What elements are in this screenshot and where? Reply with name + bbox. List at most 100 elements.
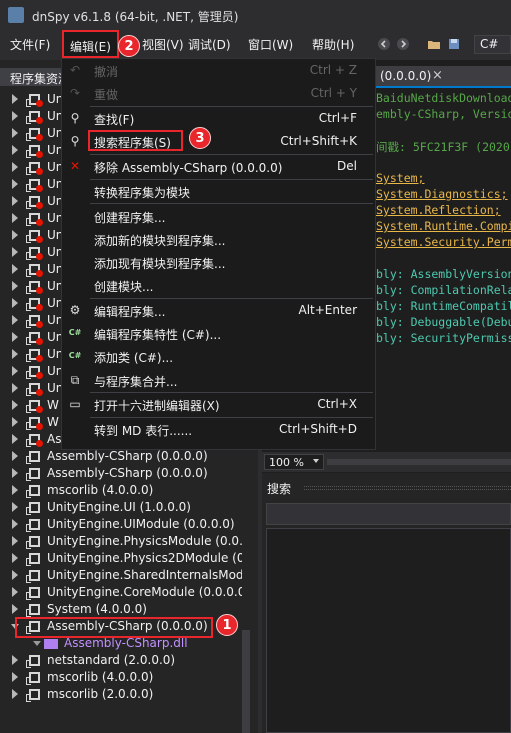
menu-item[interactable]: 转换程序集为模块 [62,180,375,202]
tree-item[interactable]: System (4.0.0.0) [0,601,242,618]
expand-arrow-icon[interactable] [12,349,18,359]
menu-item[interactable]: ⚲ 查找(F) Ctrl+F [62,107,375,129]
expand-arrow-icon[interactable] [12,587,18,597]
tree-item[interactable]: UnityEngine.SharedInternalsModu [0,567,242,584]
menu-item[interactable]: ⚲ 搜索程序集(S) Ctrl+Shift+K [62,130,375,152]
error-icon [36,117,43,124]
save-icon[interactable] [447,37,461,51]
menu-item[interactable]: 添加新的模块到程序集... [62,228,375,250]
menu-item[interactable]: ⚙ 编辑程序集... Alt+Enter [62,299,375,321]
tree-item[interactable]: netstandard (2.0.0.0) [0,652,242,669]
menu-item[interactable]: C# 编辑程序集特性 (C#)... [62,322,375,344]
assembly-icon [26,519,40,532]
expand-arrow-icon[interactable] [12,672,18,682]
tree-item[interactable]: Assembly-CSharp (0.0.0.0) [0,448,242,465]
redo-icon: ↷ [69,86,81,101]
expand-arrow-icon[interactable] [12,315,18,325]
scrollbar-thumb[interactable] [242,630,250,733]
tree-item[interactable]: UnityEngine.PhysicsModule (0.0.0.0 [0,533,242,550]
expand-arrow-icon[interactable] [12,298,18,308]
menu-item[interactable]: 创建程序集... [62,205,375,227]
menu-item-label: 转到 MD 表行...... [94,424,193,439]
expand-arrow-icon[interactable] [12,689,18,699]
document-tab-label: (0.0.0.0) [380,69,432,83]
tree-item[interactable]: mscorlib (4.0.0.0) [0,669,242,686]
expand-arrow-icon[interactable] [12,111,18,121]
expand-arrow-icon[interactable] [12,519,18,529]
error-icon [36,100,43,107]
app-icon [8,7,24,23]
language-select[interactable]: C# [474,35,511,54]
menu-item[interactable]: ↷ 重做 Ctrl + Y [62,82,375,104]
expand-arrow-icon[interactable] [12,400,18,410]
expand-arrow-icon[interactable] [12,604,18,614]
menu-item[interactable]: ↶ 撤消 Ctrl + Z [62,59,375,81]
expand-arrow-icon[interactable] [12,553,18,563]
csharp-icon: C# [68,351,82,361]
expand-arrow-icon[interactable] [12,247,18,257]
tree-item-label: As [47,432,62,446]
expand-arrow-icon[interactable] [12,570,18,580]
code-line: bly: CompilationRela [376,283,511,297]
menu-item[interactable]: 创建模块... [62,274,375,296]
expand-arrow-icon[interactable] [12,264,18,274]
tree-item[interactable]: UnityEngine.CoreModule (0.0.0.0) [0,584,242,601]
chevron-down-icon[interactable] [33,641,41,646]
menu-item[interactable]: ✕ 移除 Assembly-CSharp (0.0.0.0) Del [62,155,375,177]
tree-item[interactable]: mscorlib (4.0.0.0) [0,482,242,499]
menu-item[interactable]: 转到 MD 表行...... Ctrl+Shift+D [62,418,375,440]
menu-view[interactable]: 视图(V) [142,36,184,53]
back-icon[interactable] [377,37,391,51]
expand-arrow-icon[interactable] [12,145,18,155]
tree-item[interactable]: Assembly-CSharp (0.0.0.0) [0,465,242,482]
panel-grip [304,486,511,490]
forward-icon[interactable] [396,37,410,51]
expand-arrow-icon[interactable] [12,468,18,478]
open-folder-icon[interactable] [427,37,441,51]
expand-arrow-icon[interactable] [12,162,18,172]
horizontal-scrollbar[interactable] [327,459,511,465]
expand-arrow-icon[interactable] [12,417,18,427]
expand-arrow-icon[interactable] [12,213,18,223]
tree-item-label: System (4.0.0.0) [47,602,147,616]
expand-arrow-icon[interactable] [12,485,18,495]
tree-item[interactable]: UnityEngine.Physics2DModule (0.0 [0,550,242,567]
menu-edit[interactable]: 编辑(E) [62,30,119,58]
chevron-down-icon[interactable] [313,459,319,463]
expand-arrow-icon[interactable] [12,451,18,461]
csharp-icon: C# [68,328,82,338]
expand-arrow-icon[interactable] [12,366,18,376]
expand-arrow-icon[interactable] [12,383,18,393]
expand-arrow-icon[interactable] [12,434,18,444]
search-input[interactable] [266,503,511,525]
menu-item[interactable]: 添加现有模块到程序集... [62,251,375,273]
assembly-icon [26,553,40,566]
expand-arrow-icon[interactable] [12,94,18,104]
assembly-icon [26,536,40,549]
undo-icon: ↶ [69,63,81,77]
expand-arrow-icon[interactable] [12,128,18,138]
document-tab[interactable]: (0.0.0.0) × [374,66,511,86]
expand-arrow-icon[interactable] [12,179,18,189]
expand-arrow-icon[interactable] [12,196,18,206]
code-line: embly-CSharp, Versio [376,107,511,121]
search-results[interactable] [266,528,511,733]
expand-arrow-icon[interactable] [12,536,18,546]
expand-arrow-icon[interactable] [12,502,18,512]
menu-item[interactable]: ▭ 打开十六进制编辑器(X) Ctrl+X [62,393,375,415]
expand-arrow-icon[interactable] [12,281,18,291]
menu-debug[interactable]: 调试(D) [188,36,231,53]
menu-file[interactable]: 文件(F) [10,36,50,53]
expand-arrow-icon[interactable] [12,230,18,240]
tree-item[interactable]: UnityEngine.UIModule (0.0.0.0) [0,516,242,533]
expand-arrow-icon[interactable] [12,655,18,665]
menu-item[interactable]: ⧉ 与程序集合并... [62,369,375,391]
close-icon[interactable]: × [432,68,443,83]
menu-help[interactable]: 帮助(H) [312,36,354,53]
tree-item[interactable]: mscorlib (2.0.0.0) [0,686,242,703]
menu-item[interactable]: C# 添加类 (C#)... [62,345,375,367]
step-badge-1: 1 [216,614,238,636]
tree-item[interactable]: UnityEngine.UI (1.0.0.0) [0,499,242,516]
expand-arrow-icon[interactable] [12,332,18,342]
menu-window[interactable]: 窗口(W) [248,36,293,53]
